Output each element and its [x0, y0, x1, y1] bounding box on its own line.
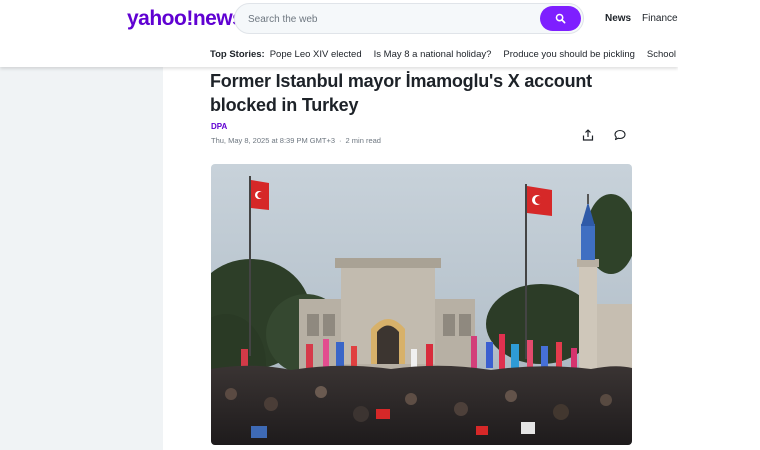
article-author[interactable]: DPA: [211, 122, 227, 131]
page: yahoo!news News Finance Top Stories: Pop…: [0, 0, 760, 450]
comments-button[interactable]: [611, 126, 629, 144]
top-story-link[interactable]: Produce you should be pickling: [503, 49, 635, 60]
protest-photo: [211, 164, 632, 445]
search-icon: [555, 13, 566, 24]
left-sidebar-column: [0, 0, 163, 450]
search-bar: [234, 3, 584, 34]
article-title: Former Istanbul mayor İmamoglu's X accou…: [210, 71, 592, 115]
article-meta: Thu, May 8, 2025 at 8:39 PM GMT+3 · 2 min …: [211, 136, 381, 145]
article-date: Thu, May 8, 2025 at 8:39 PM GMT+3: [211, 136, 336, 145]
share-button[interactable]: [579, 126, 597, 144]
search-input[interactable]: [248, 11, 528, 28]
site-header: yahoo!news News Finance Top Stories: Pop…: [0, 0, 678, 67]
top-story-link[interactable]: Is May 8 a national holiday?: [374, 49, 492, 60]
yahoo-news-logo[interactable]: yahoo!news: [127, 7, 244, 31]
nav-finance-link[interactable]: Finance: [642, 13, 678, 24]
top-story-link[interactable]: School vouche: [647, 49, 678, 60]
top-story-link[interactable]: Pope Leo XIV elected: [270, 49, 362, 60]
right-margin: [678, 0, 760, 450]
top-stories-label: Top Stories:: [210, 48, 265, 60]
article-hero-image: [211, 164, 632, 445]
search-button[interactable]: [540, 6, 581, 31]
comment-icon: [614, 129, 626, 141]
nav-news-link[interactable]: News: [605, 13, 631, 24]
top-stories-bar: Top Stories: Pope Leo XIV elected Is May…: [210, 47, 678, 61]
share-icon: [582, 129, 594, 141]
article-read-time: 2 min read: [345, 136, 381, 145]
